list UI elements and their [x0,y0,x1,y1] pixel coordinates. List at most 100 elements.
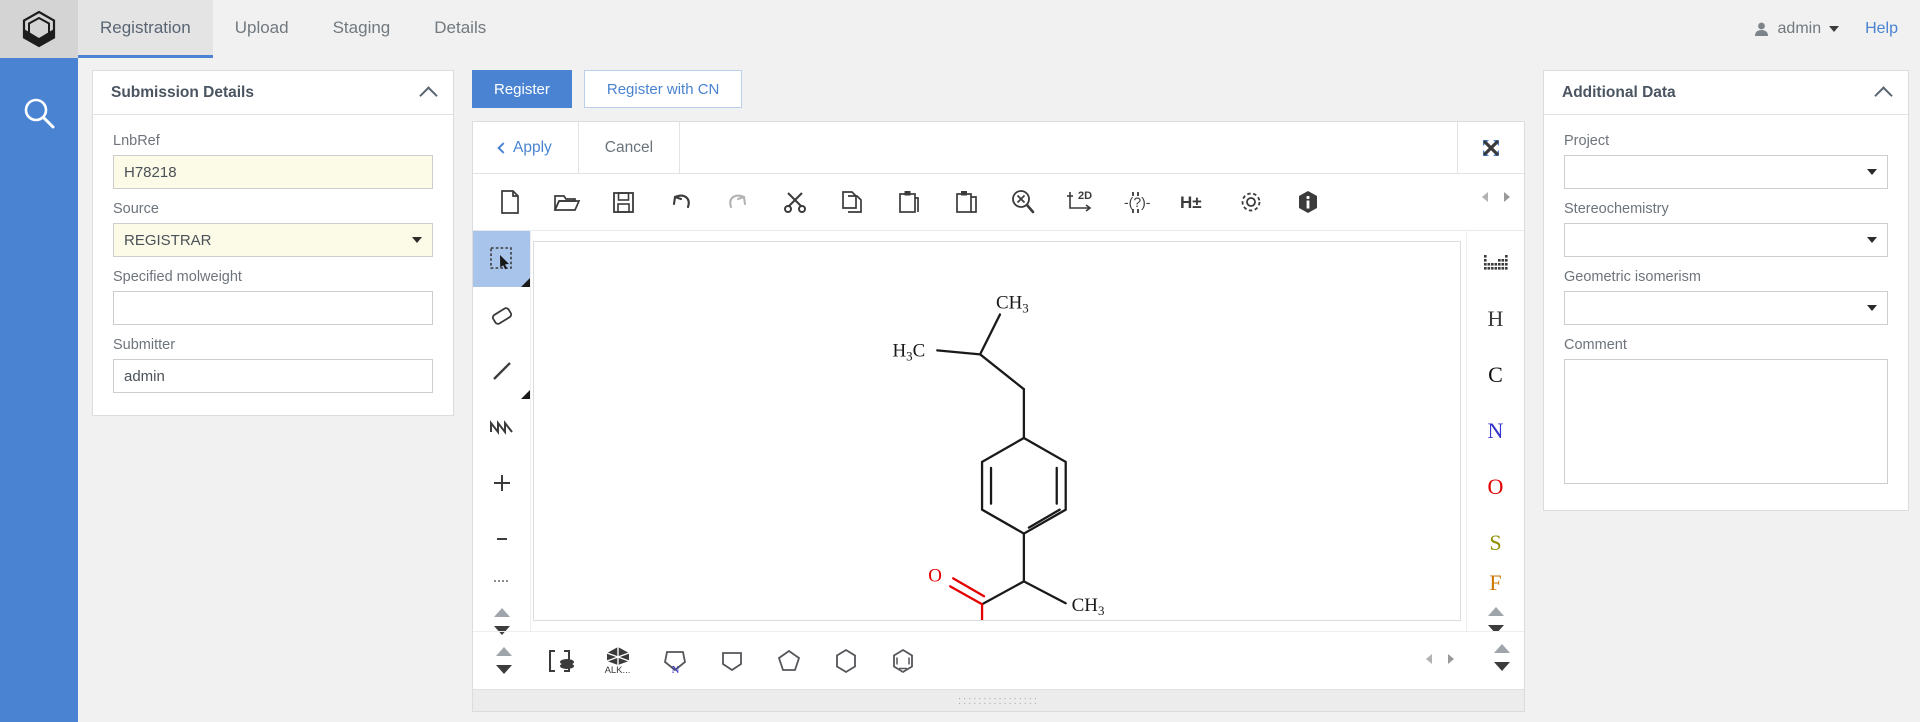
arrow-right-icon[interactable] [1504,192,1510,202]
lnbref-input[interactable] [113,155,433,189]
tab-staging[interactable]: Staging [311,0,413,58]
cut-scissors-icon[interactable] [766,179,823,225]
scroll-up-icon[interactable] [496,647,512,656]
submission-details-card: Submission Details LnbRef Source Specifi… [92,70,454,416]
apply-button[interactable]: Apply [473,122,579,173]
scroll-down-icon[interactable] [496,665,512,674]
molecule-canvas[interactable]: CH3 H3C CH3 O OH [533,241,1461,621]
ibuprofen-structure: CH3 H3C CH3 O OH [534,242,1460,620]
paste-icon[interactable] [880,179,937,225]
element-f[interactable]: F [1467,571,1524,595]
clean-2d-icon[interactable]: 2D [1051,179,1108,225]
chevron-up-icon[interactable] [419,86,437,104]
bond-options-corner[interactable] [521,390,530,399]
sidebar-search-button[interactable] [0,58,78,168]
fullscreen-button[interactable] [1458,122,1524,173]
additional-data-card: Additional Data Project Stereochemistry … [1543,70,1909,511]
stereochemistry-select[interactable] [1564,223,1888,257]
tab-details[interactable]: Details [412,0,508,58]
cancel-button[interactable]: Cancel [579,122,680,173]
search-icon [18,92,60,134]
editor-icon-toolbar: 2D -(?)- H± [473,174,1524,231]
cyclopentane-ring-tool[interactable] [760,636,817,686]
copy-icon[interactable] [823,179,880,225]
geometric-isomerism-select[interactable] [1564,291,1888,325]
submission-details-header[interactable]: Submission Details [93,71,453,115]
editor-bottom-toolbar: ALK... N [473,631,1524,689]
comment-textarea[interactable] [1564,359,1888,484]
element-o[interactable]: O [1467,459,1524,515]
cyclobutane-ring-tool[interactable] [703,636,760,686]
single-bond-tool[interactable] [473,343,530,399]
register-button[interactable]: Register [472,70,572,108]
additional-data-header[interactable]: Additional Data [1544,71,1908,115]
bottom-right-scroll [1494,644,1510,671]
geometric-isomerism-label: Geometric isomerism [1564,269,1888,285]
alk-label: ALK... [605,666,631,676]
editor-main-area: CH3 H3C CH3 O OH [473,231,1524,631]
query-atom-icon[interactable]: -(?)- [1108,179,1165,225]
app-logo[interactable] [0,0,78,58]
submission-details-body: LnbRef Source Specified molweight Submit… [93,115,453,415]
save-icon[interactable] [595,179,652,225]
header-right-group: admin Help [1753,0,1920,58]
specified-molweight-label: Specified molweight [113,269,433,285]
register-with-cn-button[interactable]: Register with CN [584,70,743,108]
tab-registration[interactable]: Registration [78,0,213,58]
element-s[interactable]: S [1467,515,1524,571]
submitter-input[interactable] [113,359,433,393]
arrow-left-icon[interactable] [1426,654,1432,664]
help-link[interactable]: Help [1865,20,1898,38]
periodic-table-icon[interactable] [1467,235,1524,291]
chain-tool[interactable] [473,399,530,455]
chevron-down-icon [1829,26,1839,32]
arrow-right-icon[interactable] [1448,654,1454,664]
scroll-up-icon[interactable] [494,608,510,617]
structure-editor-region: Register Register with CN Apply Cancel [472,70,1525,712]
arrow-left-icon[interactable] [1482,192,1488,202]
alkyl-abbreviation-tool[interactable]: ALK... [589,636,646,686]
submitter-label: Submitter [113,337,433,353]
settings-gear-icon[interactable] [1222,179,1279,225]
bottom-nav-arrows [1426,654,1454,664]
benzene-ring-tool[interactable] [874,636,931,686]
scroll-up-icon[interactable] [1488,607,1504,616]
redo-icon[interactable] [709,179,766,225]
user-menu[interactable]: admin [1753,20,1840,38]
select-tool[interactable] [473,231,530,287]
paste-as-icon[interactable] [937,179,994,225]
svg-text:H3C: H3C [892,340,925,363]
bracket-group-tool[interactable] [532,636,589,686]
fullscreen-expand-icon [1480,137,1502,159]
tool-options-corner[interactable] [521,278,530,287]
project-label: Project [1564,133,1888,149]
scroll-down-icon[interactable] [1494,662,1510,671]
specified-molweight-input[interactable] [113,291,433,325]
open-folder-icon[interactable] [538,179,595,225]
undo-icon[interactable] [652,179,709,225]
project-select[interactable] [1564,155,1888,189]
source-select[interactable] [113,223,433,257]
cyclohexane-ring-tool[interactable] [817,636,874,686]
element-h[interactable]: H [1467,291,1524,347]
chevron-up-icon[interactable] [1874,86,1892,104]
stereochemistry-label: Stereochemistry [1564,201,1888,217]
molecule-editor: Apply Cancel [472,121,1525,712]
eraser-tool[interactable] [473,287,530,343]
decrease-charge-tool[interactable] [473,511,530,567]
hydrogen-toggle-icon[interactable]: H± [1165,179,1222,225]
increase-charge-tool[interactable] [473,455,530,511]
new-file-icon[interactable] [481,179,538,225]
zoom-reset-icon[interactable] [994,179,1051,225]
pyrrole-ring-tool[interactable]: N [646,636,703,686]
user-name: admin [1778,20,1822,38]
editor-left-toolbar [473,231,531,631]
info-icon[interactable] [1279,179,1336,225]
scroll-up-icon[interactable] [1494,644,1510,653]
tab-upload[interactable]: Upload [213,0,311,58]
element-c[interactable]: C [1467,347,1524,403]
cancel-label: Cancel [605,139,653,157]
dashed-tool[interactable] [473,567,530,595]
element-n[interactable]: N [1467,403,1524,459]
editor-resize-handle[interactable]: :::::::::::::::: [473,689,1524,711]
